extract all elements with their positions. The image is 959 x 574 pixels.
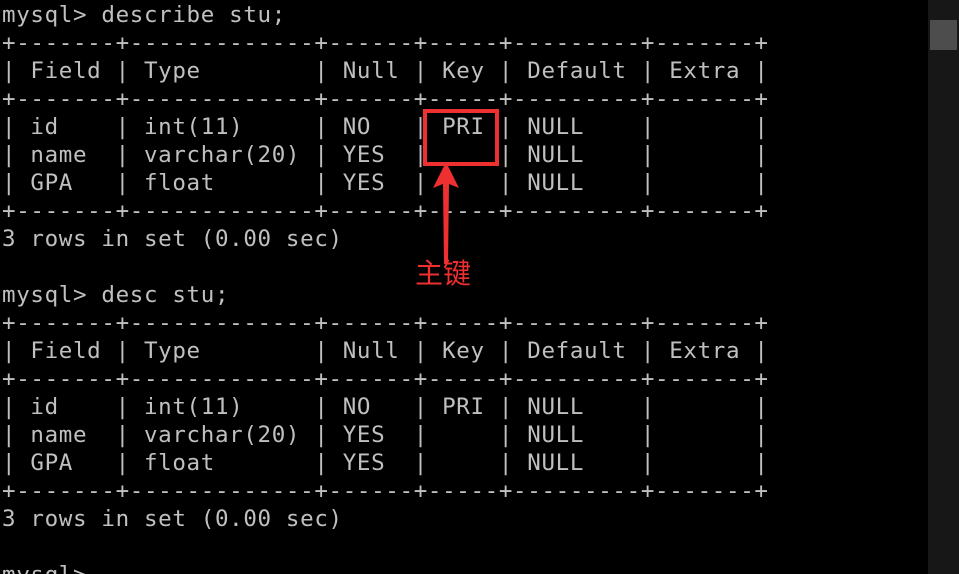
table-header-divider: +-------+-------------+------+-----+----…	[2, 366, 769, 392]
table-row-name: | name | varchar(20) | YES | | NULL | |	[2, 142, 769, 168]
table-border-top: +-------+-------------+------+-----+----…	[2, 310, 769, 336]
table-border-bottom: +-------+-------------+------+-----+----…	[2, 478, 769, 504]
table-border-top: +-------+-------------+------+-----+----…	[2, 30, 769, 56]
result-summary: 3 rows in set (0.00 sec)	[2, 506, 343, 532]
terminal-line-prompt-current: mysql>	[2, 561, 101, 574]
terminal-line-prompt-desc: mysql> desc stu;	[2, 282, 230, 308]
table-row-id: | id | int(11) | NO | PRI | NULL | |	[2, 114, 769, 140]
table-header-row: | Field | Type | Null | Key | Default | …	[2, 338, 769, 364]
result-summary: 3 rows in set (0.00 sec)	[2, 226, 343, 252]
table-header-divider: +-------+-------------+------+-----+----…	[2, 86, 769, 112]
terminal-line-prompt-describe: mysql> describe stu;	[2, 2, 286, 28]
table-header-row: | Field | Type | Null | Key | Default | …	[2, 58, 769, 84]
terminal-output[interactable]: mysql> describe stu; +-------+----------…	[0, 0, 928, 574]
annotation-arrow-icon	[433, 162, 459, 264]
table-row-gpa: | GPA | float | YES | | NULL | |	[2, 450, 769, 476]
table-row-gpa: | GPA | float | YES | | NULL | |	[2, 170, 769, 196]
table-row-name: | name | varchar(20) | YES | | NULL | |	[2, 422, 769, 448]
table-row-id: | id | int(11) | NO | PRI | NULL | |	[2, 394, 769, 420]
primary-key-highlight-box	[423, 109, 499, 166]
table-border-bottom: +-------+-------------+------+-----+----…	[2, 198, 769, 224]
vertical-scrollbar[interactable]	[928, 0, 959, 574]
scrollbar-thumb[interactable]	[930, 20, 957, 50]
annotation-label: 主键	[415, 257, 472, 290]
